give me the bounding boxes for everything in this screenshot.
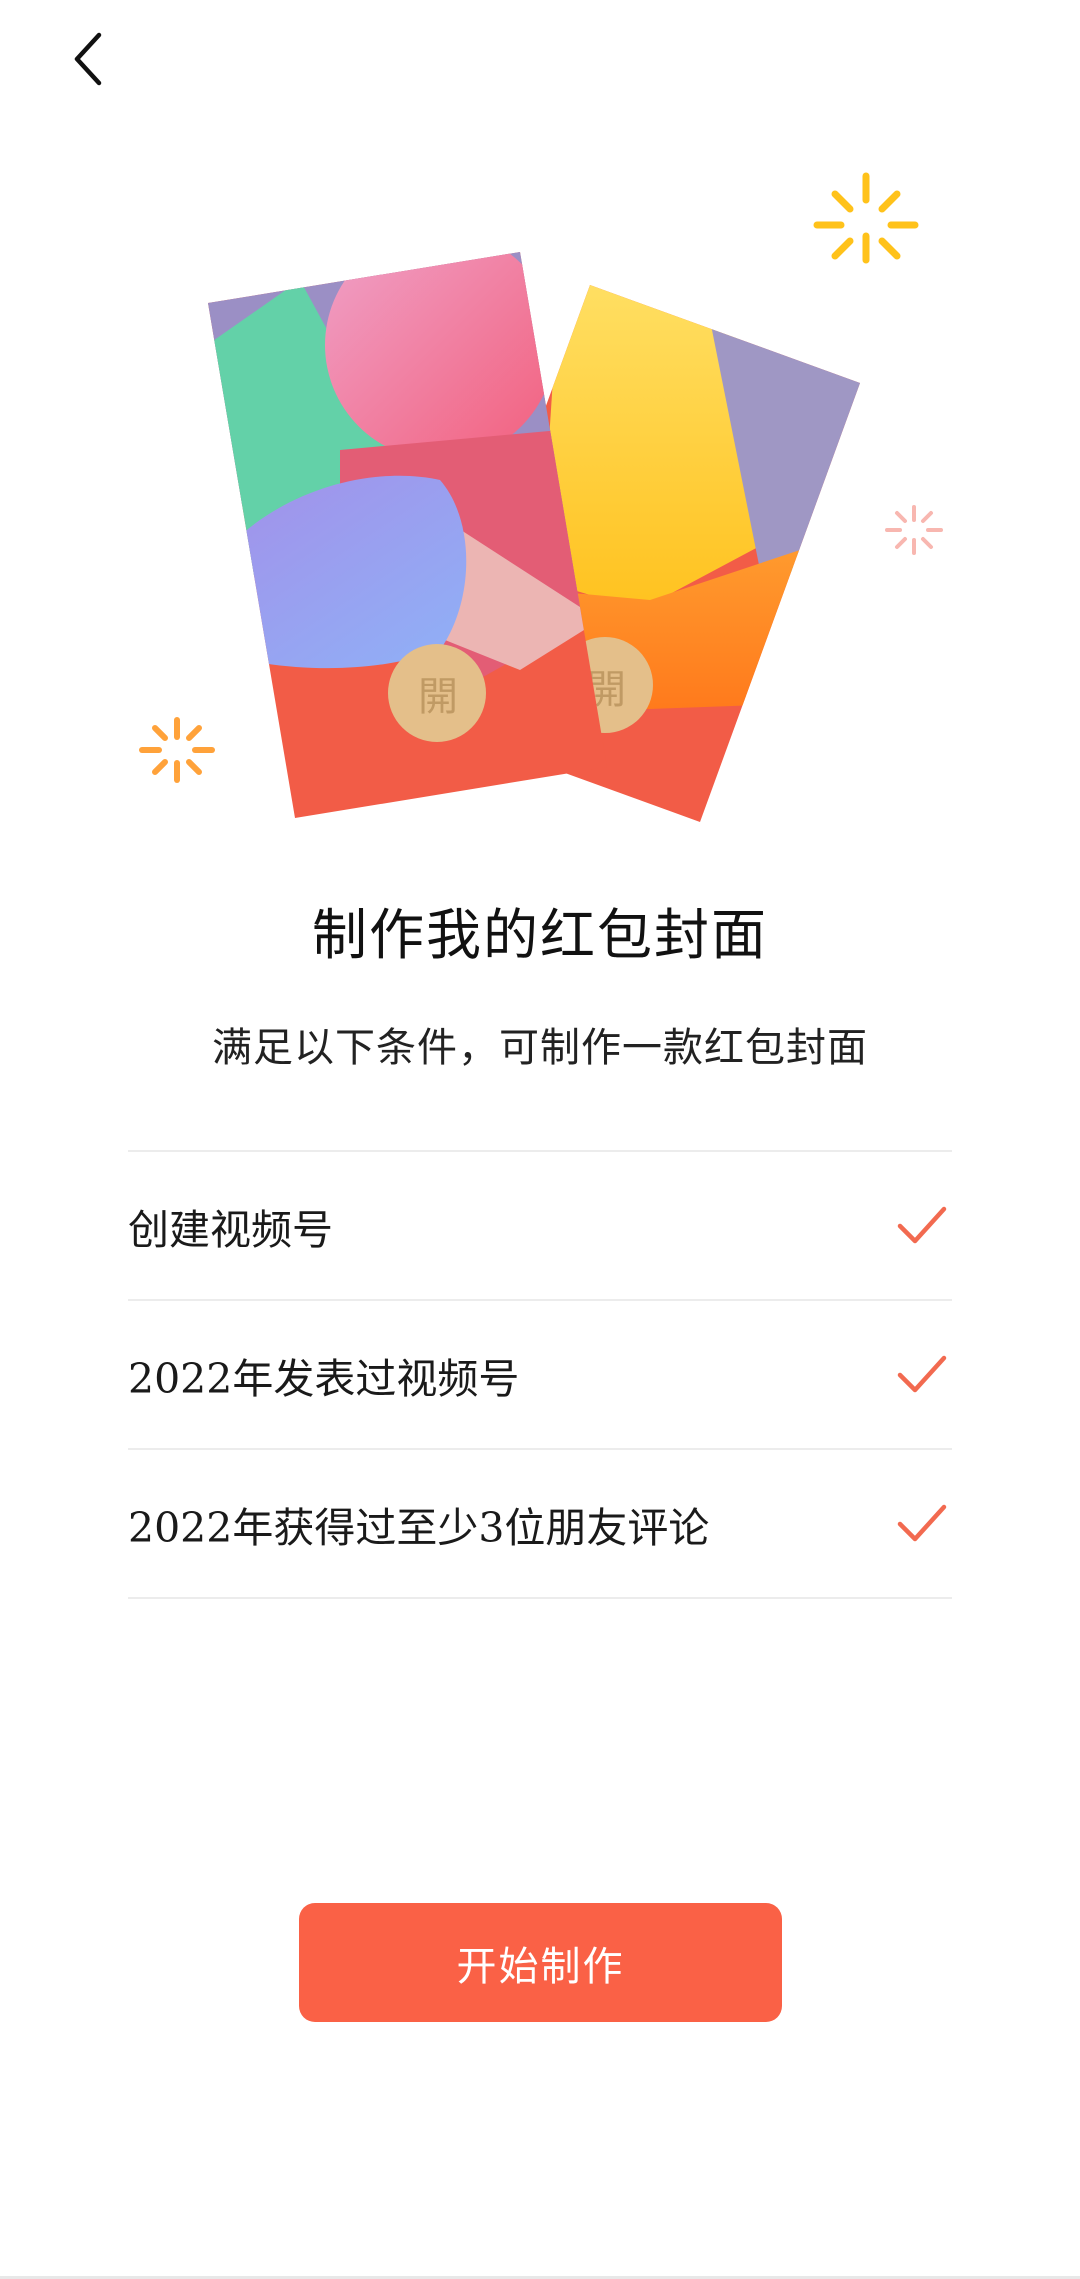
front-card-seal-text: 開 bbox=[418, 674, 458, 720]
sparkle-icon bbox=[139, 717, 215, 783]
page-title: 制作我的红包封面 bbox=[311, 903, 768, 967]
condition-label: 2022年获得过至少3位朋友评论 bbox=[128, 1503, 710, 1552]
start-create-button[interactable]: 开始制作 bbox=[299, 1903, 782, 2022]
chevron-left-icon bbox=[74, 32, 102, 86]
red-envelope-illustration: 開 開 bbox=[139, 172, 943, 822]
condition-label: 2022年发表过视频号 bbox=[128, 1354, 520, 1403]
sparkle-icon bbox=[885, 505, 943, 555]
back-button[interactable] bbox=[58, 24, 118, 94]
sparkle-icon bbox=[813, 172, 919, 264]
conditions-list: 创建视频号 2022年发表过视频号 2022年获得过至少3位朋友评论 bbox=[128, 1150, 952, 1599]
condition-label: 创建视频号 bbox=[128, 1205, 333, 1254]
checkmark-icon bbox=[897, 1355, 947, 1392]
condition-item: 创建视频号 bbox=[128, 1152, 952, 1301]
condition-item: 2022年发表过视频号 bbox=[128, 1301, 952, 1450]
checkmark-icon bbox=[897, 1206, 947, 1243]
page-subtitle: 满足以下条件，可制作一款红包封面 bbox=[212, 1025, 868, 1071]
checkmark-icon bbox=[897, 1504, 947, 1541]
condition-item: 2022年获得过至少3位朋友评论 bbox=[128, 1450, 952, 1599]
